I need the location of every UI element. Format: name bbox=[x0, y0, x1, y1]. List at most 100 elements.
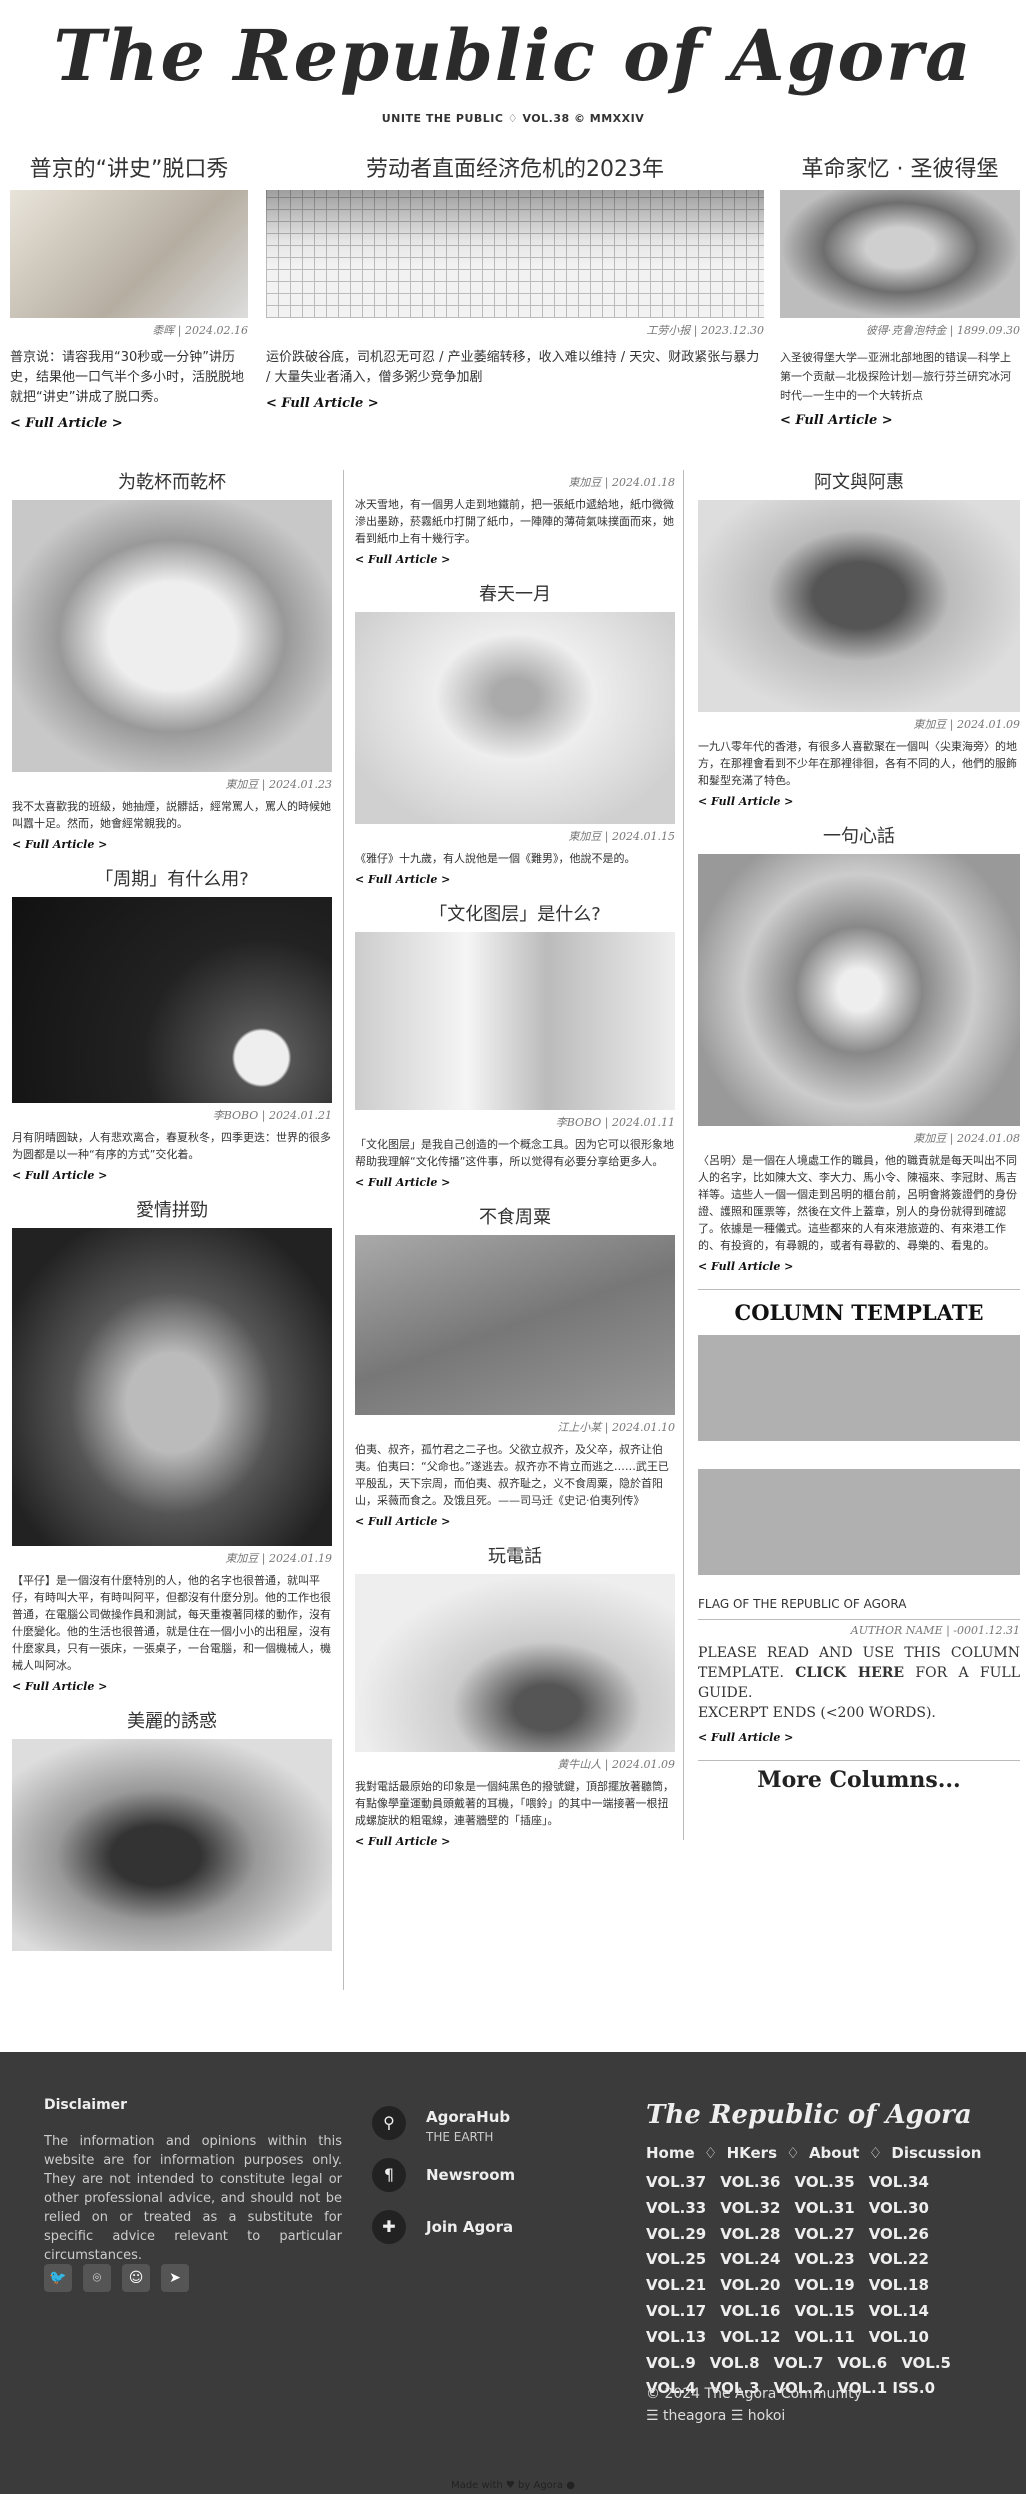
article-title[interactable]: 革命家忆 · 圣彼得堡 bbox=[780, 150, 1020, 190]
volume-link[interactable]: VOL.13 bbox=[646, 2325, 706, 2351]
template-text-d: EXCERPT ENDS (<200 WORDS). bbox=[698, 1705, 936, 1721]
more-columns-link[interactable]: More Columns... bbox=[698, 1760, 1020, 1793]
article-image[interactable] bbox=[10, 190, 248, 318]
article-title[interactable]: 一句心話 bbox=[698, 820, 1020, 854]
full-article-link[interactable]: < Full Article > bbox=[355, 873, 675, 886]
article-card: 一句心話 東加豆 | 2024.01.08 〈呂明〉是一個在人境處工作的職員，他… bbox=[698, 820, 1020, 1273]
full-article-link[interactable]: < Full Article > bbox=[355, 1835, 675, 1848]
article-excerpt: 〈呂明〉是一個在人境處工作的職員，他的職責就是每天叫出不同人的名字，比如陳大文、… bbox=[698, 1154, 1017, 1252]
article-title[interactable]: 「周期」有什么用? bbox=[12, 863, 332, 897]
volume-link[interactable]: VOL.25 bbox=[646, 2247, 706, 2273]
full-article-link[interactable]: < Full Article > bbox=[10, 416, 248, 431]
footer-brand[interactable]: The Republic of Agora bbox=[646, 2100, 972, 2130]
article-image[interactable] bbox=[698, 854, 1020, 1126]
column-middle: 東加豆 | 2024.01.18 冰天雪地，有一個男人走到地鐵前，把一張紙巾遞給… bbox=[355, 470, 675, 1848]
template-click-here[interactable]: CLICK HERE bbox=[795, 1665, 904, 1681]
volume-link[interactable]: VOL.21 bbox=[646, 2273, 706, 2299]
volume-link[interactable]: VOL.8 bbox=[710, 2351, 760, 2377]
article-image[interactable] bbox=[355, 1574, 675, 1752]
volume-link[interactable]: VOL.9 bbox=[646, 2351, 696, 2377]
volume-link[interactable]: VOL.28 bbox=[720, 2222, 780, 2248]
volume-link[interactable]: VOL.30 bbox=[869, 2196, 929, 2222]
article-image[interactable] bbox=[355, 932, 675, 1110]
volume-link[interactable]: VOL.10 bbox=[869, 2325, 929, 2351]
volume-link[interactable]: VOL.14 bbox=[869, 2299, 929, 2325]
article-image[interactable] bbox=[355, 1235, 675, 1415]
article-title[interactable]: 普京的“讲史”脱口秀 bbox=[10, 150, 248, 190]
volume-link[interactable]: VOL.36 bbox=[720, 2170, 780, 2196]
nav-about[interactable]: About bbox=[809, 2144, 860, 2162]
volume-link[interactable]: VOL.6 bbox=[837, 2351, 887, 2377]
volume-link[interactable]: VOL.31 bbox=[794, 2196, 854, 2222]
article-meta: 黄牛山人 | 2024.01.09 bbox=[557, 1758, 675, 1771]
volume-link[interactable]: VOL.24 bbox=[720, 2247, 780, 2273]
volume-link[interactable]: VOL.27 bbox=[794, 2222, 854, 2248]
article-title[interactable]: 为乾杯而乾杯 bbox=[12, 466, 332, 500]
article-image[interactable] bbox=[780, 190, 1020, 318]
volume-link[interactable]: VOL.16 bbox=[720, 2299, 780, 2325]
volume-link[interactable]: VOL.26 bbox=[869, 2222, 929, 2248]
footer-link-title[interactable]: Join Agora bbox=[426, 2218, 513, 2236]
full-article-link[interactable]: < Full Article > bbox=[12, 838, 332, 851]
article-image[interactable] bbox=[698, 500, 1020, 712]
volume-link[interactable]: VOL.7 bbox=[774, 2351, 824, 2377]
telegram-icon[interactable]: ➤ bbox=[161, 2264, 189, 2292]
article-image[interactable] bbox=[266, 190, 764, 318]
article-title[interactable]: 春天一月 bbox=[355, 578, 675, 612]
article-image[interactable] bbox=[12, 500, 332, 772]
column-left: 为乾杯而乾杯 東加豆 | 2024.01.23 我不太喜歡我的班級，她抽煙，説髒… bbox=[12, 466, 332, 1951]
volume-link[interactable]: VOL.15 bbox=[794, 2299, 854, 2325]
article-meta: 東加豆 | 2024.01.19 bbox=[225, 1552, 332, 1565]
nav-home[interactable]: Home bbox=[646, 2144, 695, 2162]
article-image[interactable] bbox=[355, 612, 675, 824]
article-card: 愛情拼勁 東加豆 | 2024.01.19 【平仔】是一個沒有什麼特別的人，他的… bbox=[12, 1194, 332, 1693]
twitter-icon[interactable]: 🐦 bbox=[44, 2264, 72, 2292]
article-title[interactable]: 「文化图层」是什么? bbox=[355, 898, 675, 932]
full-article-link[interactable]: < Full Article > bbox=[266, 396, 764, 411]
article-title[interactable]: 阿文與阿惠 bbox=[698, 466, 1020, 500]
volume-link[interactable]: VOL.17 bbox=[646, 2299, 706, 2325]
volume-link[interactable]: VOL.35 bbox=[794, 2170, 854, 2196]
footer-link-title[interactable]: AgoraHub bbox=[426, 2108, 510, 2126]
article-image[interactable] bbox=[12, 1739, 332, 1951]
volume-link[interactable]: VOL.20 bbox=[720, 2273, 780, 2299]
footer-bottom-links[interactable]: ☰ theagora ☰ hokoi bbox=[646, 2408, 785, 2424]
article-title[interactable]: 劳动者直面经济危机的2023年 bbox=[266, 150, 764, 190]
column-template: COLUMN TEMPLATE FLAG OF THE REPUBLIC OF … bbox=[698, 1289, 1020, 1744]
full-article-link[interactable]: < Full Article > bbox=[698, 1260, 1020, 1273]
site-title[interactable]: The Republic of Agora bbox=[0, 14, 1026, 97]
full-article-link[interactable]: < Full Article > bbox=[698, 1731, 1020, 1744]
nav-discussion[interactable]: Discussion bbox=[891, 2144, 981, 2162]
volume-link[interactable]: VOL.18 bbox=[869, 2273, 929, 2299]
volume-link[interactable]: VOL.37 bbox=[646, 2170, 706, 2196]
volume-link[interactable]: VOL.12 bbox=[720, 2325, 780, 2351]
footer-link-title[interactable]: Newsroom bbox=[426, 2166, 515, 2184]
full-article-link[interactable]: < Full Article > bbox=[355, 1176, 675, 1189]
volume-link[interactable]: VOL.19 bbox=[794, 2273, 854, 2299]
article-image[interactable] bbox=[12, 1228, 332, 1546]
volume-link[interactable]: VOL.33 bbox=[646, 2196, 706, 2222]
volume-link[interactable]: VOL.5 bbox=[901, 2351, 951, 2377]
full-article-link[interactable]: < Full Article > bbox=[355, 1515, 675, 1528]
volume-link[interactable]: VOL.29 bbox=[646, 2222, 706, 2248]
article-title[interactable]: 美麗的誘惑 bbox=[12, 1705, 332, 1739]
full-article-link[interactable]: < Full Article > bbox=[12, 1680, 332, 1693]
volume-link[interactable]: VOL.32 bbox=[720, 2196, 780, 2222]
full-article-link[interactable]: < Full Article > bbox=[780, 413, 1020, 428]
github-icon[interactable]: ⌾ bbox=[83, 2264, 111, 2292]
full-article-link[interactable]: < Full Article > bbox=[355, 553, 675, 566]
footer-nav: Home ♢ HKers ♢ About ♢ Discussion bbox=[646, 2144, 985, 2162]
nav-hkers[interactable]: HKers bbox=[727, 2144, 777, 2162]
article-title[interactable]: 不食周粟 bbox=[355, 1201, 675, 1235]
article-image[interactable] bbox=[12, 897, 332, 1103]
volume-link[interactable]: VOL.22 bbox=[869, 2247, 929, 2273]
full-article-link[interactable]: < Full Article > bbox=[698, 795, 1020, 808]
template-meta: AUTHOR NAME | -0001.12.31 bbox=[850, 1624, 1020, 1637]
reddit-icon[interactable]: ☺ bbox=[122, 2264, 150, 2292]
volume-link[interactable]: VOL.34 bbox=[869, 2170, 929, 2196]
volume-link[interactable]: VOL.11 bbox=[794, 2325, 854, 2351]
volume-link[interactable]: VOL.23 bbox=[794, 2247, 854, 2273]
full-article-link[interactable]: < Full Article > bbox=[12, 1169, 332, 1182]
article-title[interactable]: 愛情拼勁 bbox=[12, 1194, 332, 1228]
article-title[interactable]: 玩電話 bbox=[355, 1540, 675, 1574]
